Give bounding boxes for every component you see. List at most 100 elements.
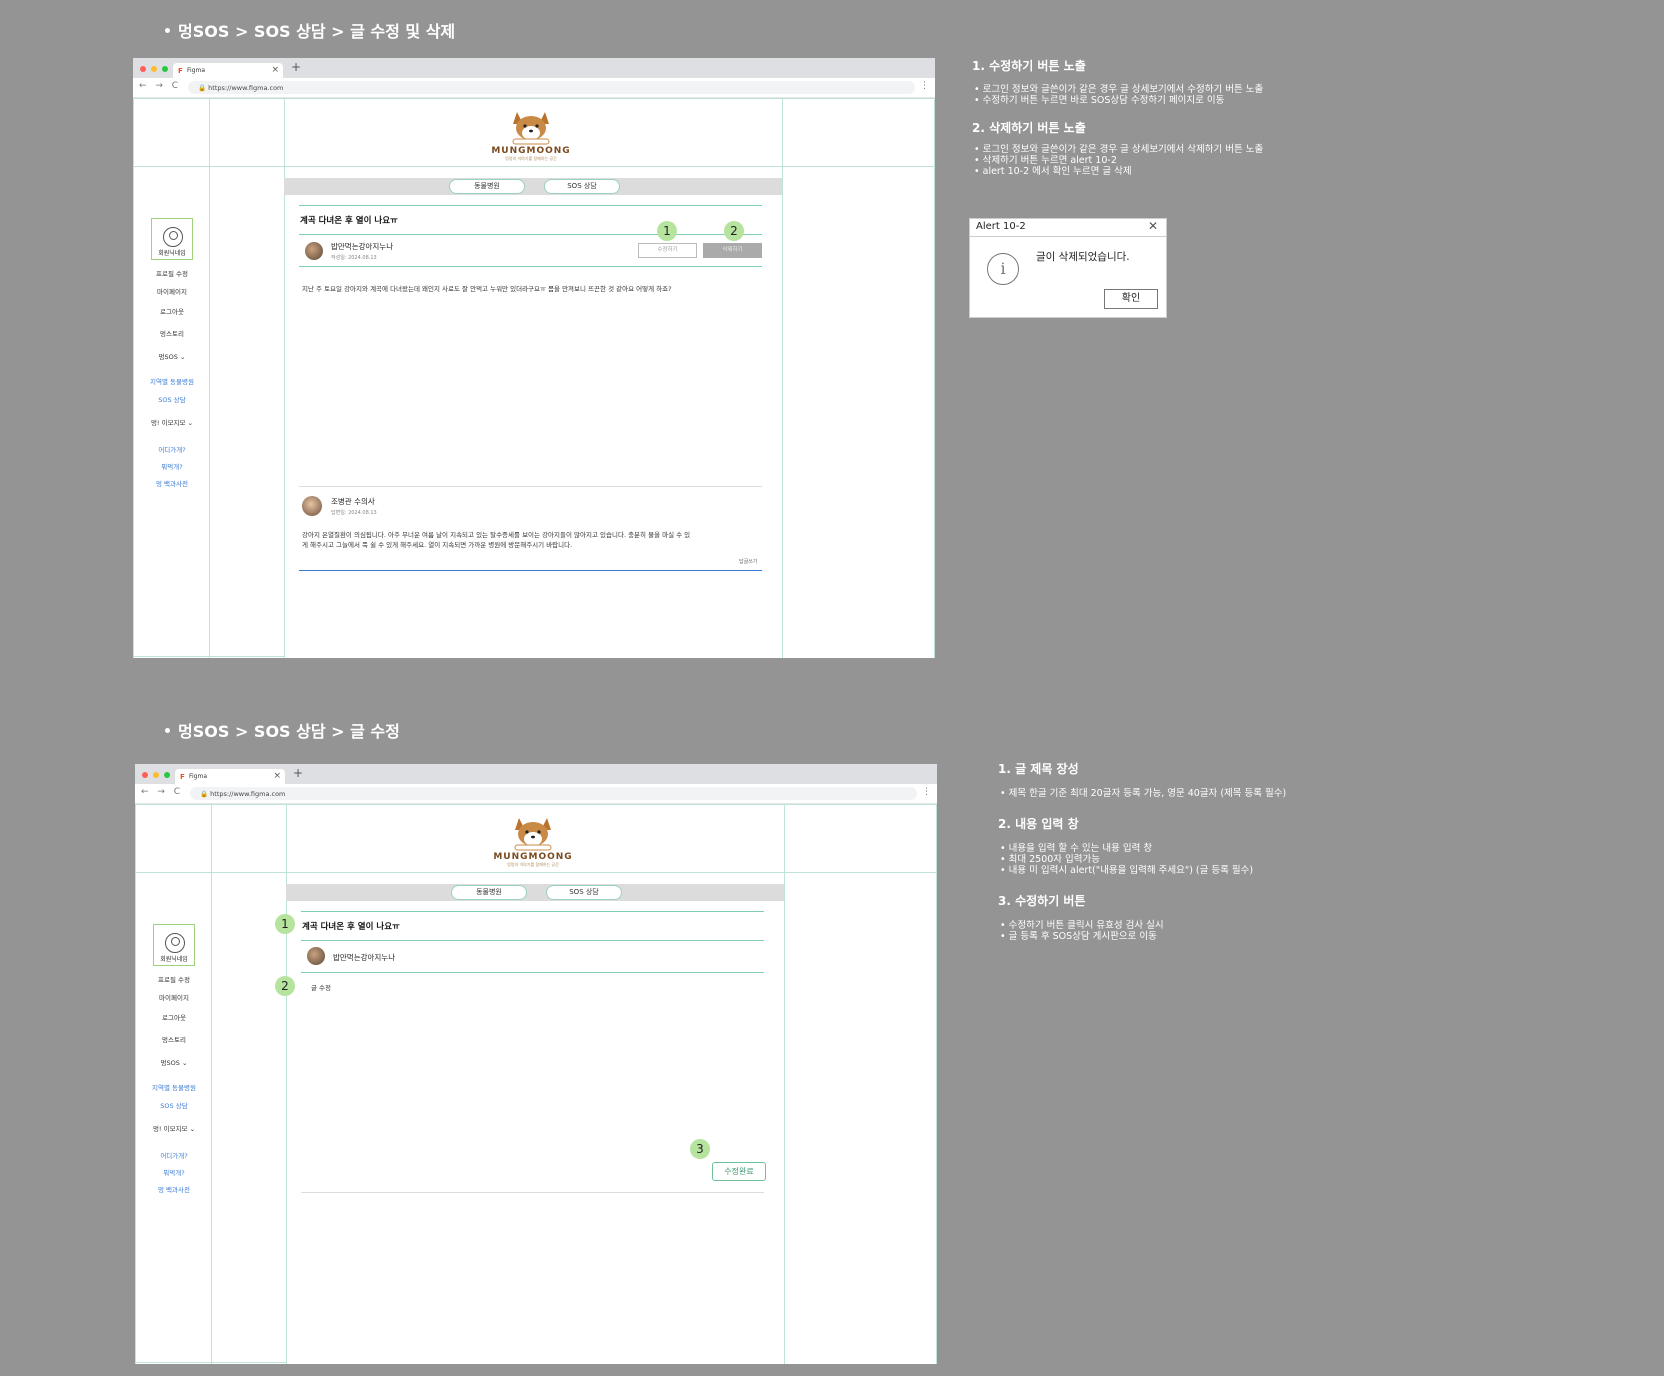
- close-tab-icon[interactable]: ×: [273, 771, 281, 781]
- note5-heading: 3. 수정하기 버튼: [998, 894, 1086, 908]
- author-avatar: [307, 947, 325, 965]
- avatar[interactable]: 회원닉네임: [153, 924, 195, 966]
- logo-subtitle: 멍멍의 이야기를 함께하는 공간: [505, 156, 557, 161]
- tab-sos-consult[interactable]: SOS 상담: [546, 885, 622, 900]
- post-content: 지난 주 토요일 강아지와 계곡에 다녀왔는데 왜인지 사료도 잘 안먹고 누워…: [302, 285, 672, 293]
- alert-message: 글이 삭제되었습니다.: [1036, 251, 1130, 263]
- note1-heading: 1. 수정하기 버튼 노출: [972, 59, 1086, 73]
- close-tab-icon[interactable]: ×: [271, 65, 279, 75]
- nav-arrows-icon[interactable]: ← → C: [141, 787, 183, 797]
- sidebar-item-mungstory[interactable]: 멍스토리: [142, 328, 202, 338]
- sidebar-link-encyclopedia[interactable]: 멍 백과사전: [142, 478, 202, 488]
- section1-title: 멍SOS > SOS 상담 > 글 수정 및 삭제: [165, 18, 455, 42]
- alert-title: Alert 10-2: [976, 221, 1026, 232]
- sidebar-item-mungstory[interactable]: 멍스토리: [144, 1034, 204, 1044]
- note4-heading: 2. 내용 입력 창: [998, 817, 1079, 831]
- annotation-badge-3: 3: [690, 1139, 710, 1159]
- vet-avatar: [302, 496, 322, 516]
- section2-title: 멍SOS > SOS 상담 > 글 수정: [165, 718, 400, 742]
- edit-button[interactable]: 수정하기: [638, 243, 697, 258]
- sidebar-item-emoji-group[interactable]: 멍! 이모지모 ⌄: [144, 1123, 204, 1133]
- alert-dialog: Alert 10-2 ✕ i 글이 삭제되었습니다. 확인: [969, 218, 1167, 318]
- title-input[interactable]: 계곡 다녀온 후 열이 나요ㅠ: [302, 920, 400, 932]
- edit-complete-button[interactable]: 수정완료: [712, 1162, 766, 1181]
- corgi-logo-icon: [512, 112, 550, 145]
- user-icon: [163, 227, 183, 247]
- sidebar-item-profile-edit[interactable]: 프로필 수정: [144, 974, 204, 984]
- note2-line2: • 삭제하기 버튼 누르면 alert 10-2: [974, 155, 1117, 166]
- sidebar-link-what-eat[interactable]: 뭐먹개?: [142, 461, 202, 471]
- annotation-badge-2: 2: [275, 976, 295, 996]
- note2-line1: • 로그인 정보와 글쓴이가 같은 경우 글 상세보기에서 삭제하기 버튼 노출: [974, 144, 1264, 155]
- tab-animal-hospital[interactable]: 동물병원: [451, 885, 527, 900]
- url-field[interactable]: 🔒 https://www.figma.com: [188, 81, 915, 94]
- sidebar-item-logout[interactable]: 로그아웃: [142, 306, 202, 316]
- close-icon[interactable]: ✕: [1148, 219, 1158, 233]
- post-author: 밥만먹는강아지누나: [331, 242, 394, 251]
- sidebar-link-sos-consult[interactable]: SOS 상담: [142, 394, 202, 404]
- answer-content-line2: 게 해주시고 그늘에서 푹 쉴 수 있게 해주세요. 열이 지속되면 가까운 병…: [302, 541, 573, 549]
- note4-line1: • 내용을 입력 할 수 있는 내용 입력 창: [1000, 843, 1153, 854]
- category-bar: 동물병원 SOS 상담: [286, 884, 784, 901]
- url-field[interactable]: 🔒 https://www.figma.com: [190, 787, 917, 800]
- user-icon: [165, 933, 185, 953]
- browser-tab[interactable]: F Figma ×: [173, 63, 283, 78]
- delete-button[interactable]: 삭제하기: [703, 243, 762, 258]
- tab-animal-hospital[interactable]: 동물병원: [449, 179, 525, 194]
- avatar-nickname: 회원닉네임: [160, 956, 188, 963]
- address-bar: ← → C 🔒 https://www.figma.com ⋮: [135, 784, 937, 804]
- note1-line2: • 수정하기 버튼 누르면 바로 SOS상담 수정하기 페이지로 이동: [974, 95, 1225, 106]
- browser-tab[interactable]: F Figma ×: [175, 769, 285, 784]
- tab-sos-consult[interactable]: SOS 상담: [544, 179, 620, 194]
- kebab-menu-icon[interactable]: ⋮: [920, 81, 929, 91]
- sidebar-link-encyclopedia[interactable]: 멍 백과사전: [144, 1184, 204, 1194]
- sidebar-item-emoji-group[interactable]: 멍! 이모지모 ⌄: [142, 417, 202, 427]
- sidebar-link-regional-hospital[interactable]: 지역별 동물병원: [142, 376, 202, 386]
- browser-tabbar: F Figma × +: [133, 58, 935, 78]
- alert-header: Alert 10-2 ✕: [970, 219, 1166, 237]
- content-textarea[interactable]: 글 수정: [311, 983, 751, 1173]
- avatar[interactable]: 회원닉네임: [151, 218, 193, 260]
- sidebar-item-mypage[interactable]: 마이페이지: [144, 992, 204, 1002]
- logo-text: MUNGMOONG: [491, 146, 571, 156]
- note1-line1: • 로그인 정보와 글쓴이가 같은 경우 글 상세보기에서 수정하기 버튼 노출: [974, 84, 1264, 95]
- avatar-nickname: 회원닉네임: [158, 250, 186, 257]
- answer-date: 답변일: 2024.08.13: [331, 510, 377, 516]
- note3-line1: • 제목 한글 기준 최대 20글자 등록 가능, 영문 40글자 (제목 등록…: [1000, 788, 1287, 799]
- browser-window-2: F Figma × + ← → C 🔒 https://www.figma.com …: [135, 764, 937, 1364]
- category-bar: 동물병원 SOS 상담: [284, 178, 782, 195]
- reply-link[interactable]: 답글쓰기: [739, 558, 757, 565]
- sidebar-item-mypage[interactable]: 마이페이지: [142, 286, 202, 296]
- new-tab-icon[interactable]: +: [291, 60, 301, 74]
- note5-line1: • 수정하기 버튼 클릭시 유효성 검사 실시: [1000, 920, 1164, 931]
- post-date: 작성일: 2024.08.13: [331, 255, 377, 261]
- sidebar-item-mungsos[interactable]: 멍SOS ⌄: [142, 351, 202, 361]
- sidebar-link-where-go[interactable]: 어디가개?: [144, 1150, 204, 1160]
- sidebar-item-profile-edit[interactable]: 프로필 수정: [142, 268, 202, 278]
- sidebar-link-where-go[interactable]: 어디가개?: [142, 444, 202, 454]
- sidebar-link-what-eat[interactable]: 뭐먹개?: [144, 1167, 204, 1177]
- note3-heading: 1. 글 제목 장성: [998, 762, 1079, 776]
- sidebar-link-sos-consult[interactable]: SOS 상담: [144, 1100, 204, 1110]
- answer-content-line1: 강아지 온열질환이 의심됩니다. 아주 무너운 여름 날이 지속되고 있는 탈수…: [302, 531, 691, 539]
- note5-line2: • 글 등록 후 SOS상담 게시판으로 이동: [1000, 931, 1157, 942]
- sidebar-link-regional-hospital[interactable]: 지역별 동물병원: [144, 1082, 204, 1092]
- address-bar: ← → C 🔒 https://www.figma.com ⋮: [133, 78, 935, 98]
- page-canvas: MUNGMOONG 멍멍의 이야기를 함께하는 공간 동물병원 SOS 상담 회…: [135, 804, 937, 1364]
- post-author: 밥만먹는강아지누나: [333, 953, 396, 962]
- site-logo[interactable]: MUNGMOONG 멍멍의 이야기를 함께하는 공간: [493, 812, 573, 868]
- new-tab-icon[interactable]: +: [293, 766, 303, 780]
- info-icon: i: [987, 253, 1019, 285]
- sidebar-item-mungsos[interactable]: 멍SOS ⌄: [144, 1057, 204, 1067]
- nav-arrows-icon[interactable]: ← → C: [139, 81, 181, 91]
- note2-line3: • alert 10-2 에서 확인 누르면 글 삭제: [974, 166, 1132, 177]
- kebab-menu-icon[interactable]: ⋮: [922, 787, 931, 797]
- site-logo[interactable]: MUNGMOONG 멍멍의 이야기를 함께하는 공간: [491, 106, 571, 162]
- answer-author: 조병관 수의사: [331, 497, 375, 506]
- note4-line2: • 최대 2500자 입력가능: [1000, 854, 1101, 865]
- ok-button[interactable]: 확인: [1104, 289, 1158, 309]
- sidebar-item-logout[interactable]: 로그아웃: [144, 1012, 204, 1022]
- page-canvas: MUNGMOONG 멍멍의 이야기를 함께하는 공간 동물병원 SOS 상담 회…: [133, 98, 935, 658]
- note2-heading: 2. 삭제하기 버튼 노출: [972, 121, 1086, 135]
- logo-subtitle: 멍멍의 이야기를 함께하는 공간: [507, 862, 559, 867]
